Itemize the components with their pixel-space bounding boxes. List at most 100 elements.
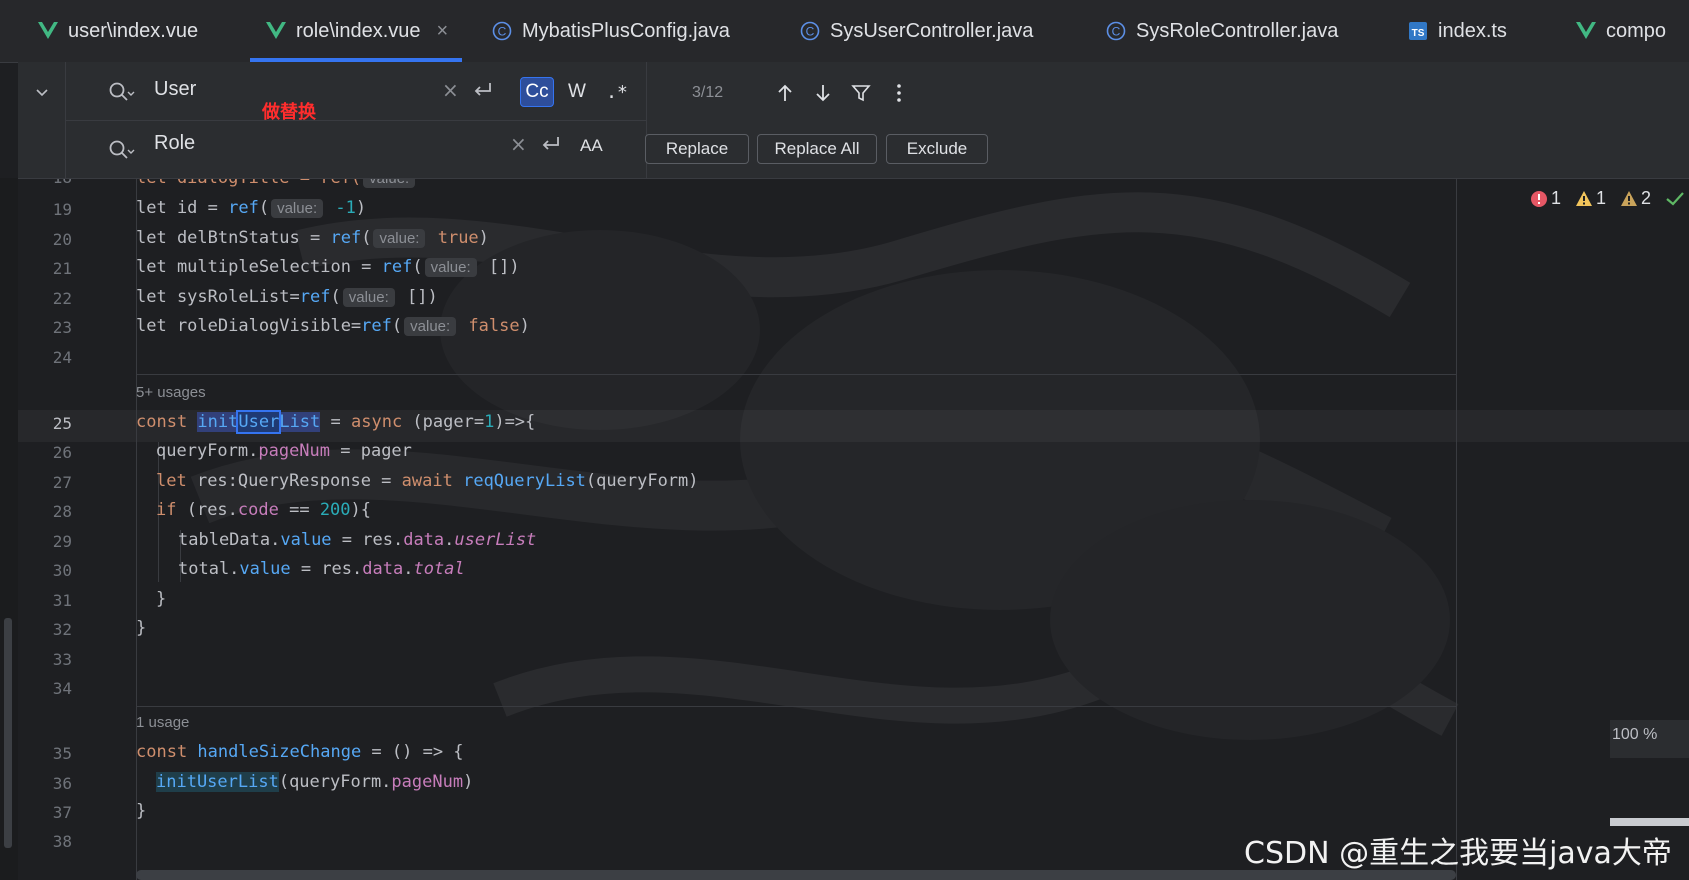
code-token: let id = xyxy=(136,198,229,218)
line-number: 34 xyxy=(52,679,72,698)
whole-words-toggle[interactable]: W xyxy=(562,77,592,107)
warnings-count[interactable]: 1 xyxy=(1575,188,1606,209)
search-row: User × Cc W .* xyxy=(66,62,646,121)
code-token: []) xyxy=(407,287,438,307)
tab-compo[interactable]: compo xyxy=(1576,0,1666,62)
toggle-replace-button[interactable] xyxy=(18,62,66,178)
code-token: -1 xyxy=(335,198,356,218)
code-token: = xyxy=(320,412,351,432)
zoom-indicator: 100 % xyxy=(1610,720,1689,758)
replace-all-button[interactable]: Replace All xyxy=(757,134,877,164)
preserve-case-toggle[interactable]: AA xyxy=(580,136,603,156)
vue-icon xyxy=(38,22,58,40)
tab-label: role\index.vue xyxy=(296,19,421,42)
line-number: 29 xyxy=(52,532,72,551)
tab-label: index.ts xyxy=(1438,19,1507,42)
tab-role-index-vue[interactable]: role\index.vue × xyxy=(250,0,463,62)
search-input[interactable]: User xyxy=(154,78,196,101)
scroll-marker[interactable] xyxy=(1610,818,1689,826)
tab-index-ts[interactable]: TS index.ts xyxy=(1408,0,1507,62)
errors-count[interactable]: 1 xyxy=(1530,188,1561,209)
code-token: pageNum xyxy=(391,772,464,792)
line-number: 37 xyxy=(52,803,72,822)
code-token: = res. xyxy=(331,530,404,550)
code-token: pageNum xyxy=(258,441,331,461)
next-occurrence-icon[interactable] xyxy=(810,80,836,106)
svg-text:C: C xyxy=(498,25,507,39)
code-token: let xyxy=(156,471,187,491)
exclude-button[interactable]: Exclude xyxy=(886,134,988,164)
param-hint: value: xyxy=(424,258,477,277)
clear-search-icon[interactable]: × xyxy=(442,78,459,102)
code-token: init xyxy=(197,412,239,432)
weak-warnings-value: 2 xyxy=(1641,188,1652,208)
code-token: ( xyxy=(330,287,341,307)
clear-replace-icon[interactable]: × xyxy=(510,132,527,156)
code-token: = pager xyxy=(330,441,412,461)
tab-label: SysRoleController.java xyxy=(1136,19,1339,42)
zoom-value: 100 % xyxy=(1612,726,1658,743)
left-scrollbar[interactable] xyxy=(4,618,12,848)
editor-tab-bar: user\index.vue role\index.vue × C Mybati… xyxy=(0,0,1689,63)
more-options-icon[interactable] xyxy=(886,80,912,106)
previous-occurrence-icon[interactable] xyxy=(772,80,798,106)
code-token: value xyxy=(239,559,291,579)
code-token: value xyxy=(280,530,332,550)
inspections-widget[interactable]: 1 1 2 xyxy=(1530,188,1685,209)
match-case-toggle[interactable]: Cc xyxy=(520,77,554,107)
code-line-21: let multipleSelection = ref(value: []) xyxy=(136,255,520,280)
line-number: 26 xyxy=(52,443,72,462)
replace-button[interactable]: Replace xyxy=(645,134,749,164)
line-number: 32 xyxy=(52,620,72,639)
code-token: ){ xyxy=(350,500,372,520)
chevron-down-icon xyxy=(34,84,50,178)
code-editor[interactable]: 18 let dialogTitle = ref(value: 19 let i… xyxy=(0,168,1689,880)
warning-icon xyxy=(1576,191,1593,206)
usages-hint[interactable]: 1 usage xyxy=(136,714,189,731)
line-number: 22 xyxy=(52,289,72,308)
code-token: if xyxy=(156,500,177,520)
code-token: = res. xyxy=(290,559,363,579)
tab-sysusercontroller[interactable]: C SysUserController.java xyxy=(800,0,1033,62)
tab-sysrolecontroller[interactable]: C SysRoleController.java xyxy=(1106,0,1338,62)
new-line-icon[interactable] xyxy=(470,78,496,102)
code-token: } xyxy=(136,618,147,638)
code-line-28: if (res.code == 200){ xyxy=(156,498,371,522)
code-token: let multipleSelection = xyxy=(136,257,382,277)
svg-text:C: C xyxy=(806,25,815,39)
code-line-27: let res:QueryResponse = await reqQueryLi… xyxy=(156,469,699,493)
class-icon: C xyxy=(1106,21,1126,41)
tab-mybatisplusconfig[interactable]: C MybatisPlusConfig.java xyxy=(492,0,730,62)
code-line-22: let sysRoleList=ref(value: []) xyxy=(136,285,438,310)
param-hint: value: xyxy=(342,288,395,307)
class-icon: C xyxy=(800,21,820,41)
function-separator xyxy=(136,706,1456,707)
code-token: total. xyxy=(178,559,240,579)
line-number: 31 xyxy=(52,591,72,610)
filter-icon[interactable] xyxy=(848,80,874,106)
code-token: await xyxy=(401,471,453,491)
code-token: ref xyxy=(228,198,259,218)
replace-history-icon[interactable] xyxy=(108,139,136,165)
code-token: ( xyxy=(258,198,270,218)
tab-label: MybatisPlusConfig.java xyxy=(522,19,730,42)
tab-user-index-vue[interactable]: user\index.vue xyxy=(38,0,198,62)
line-number: 24 xyxy=(52,348,72,367)
usages-hint[interactable]: 5+ usages xyxy=(136,384,206,401)
close-tab-icon[interactable]: × xyxy=(437,20,449,43)
code-token: ref xyxy=(330,228,362,248)
replace-input[interactable]: Role xyxy=(154,132,195,155)
weak-warning-icon xyxy=(1621,191,1638,206)
new-line-icon[interactable] xyxy=(538,132,564,156)
code-line-30: total.value = res.data.total xyxy=(178,557,465,581)
search-history-icon[interactable] xyxy=(108,81,136,107)
code-token: handleSizeChange xyxy=(197,742,362,762)
line-number: 21 xyxy=(52,259,72,278)
code-token: (queryForm) xyxy=(585,471,699,491)
code-token: ) xyxy=(463,772,474,792)
weak-warnings-count[interactable]: 2 xyxy=(1620,188,1651,209)
regex-toggle[interactable]: .* xyxy=(602,77,632,107)
code-token: = () => { xyxy=(361,742,464,762)
code-token: (res. xyxy=(176,500,238,520)
code-line-35: const handleSizeChange = () => { xyxy=(136,740,464,764)
